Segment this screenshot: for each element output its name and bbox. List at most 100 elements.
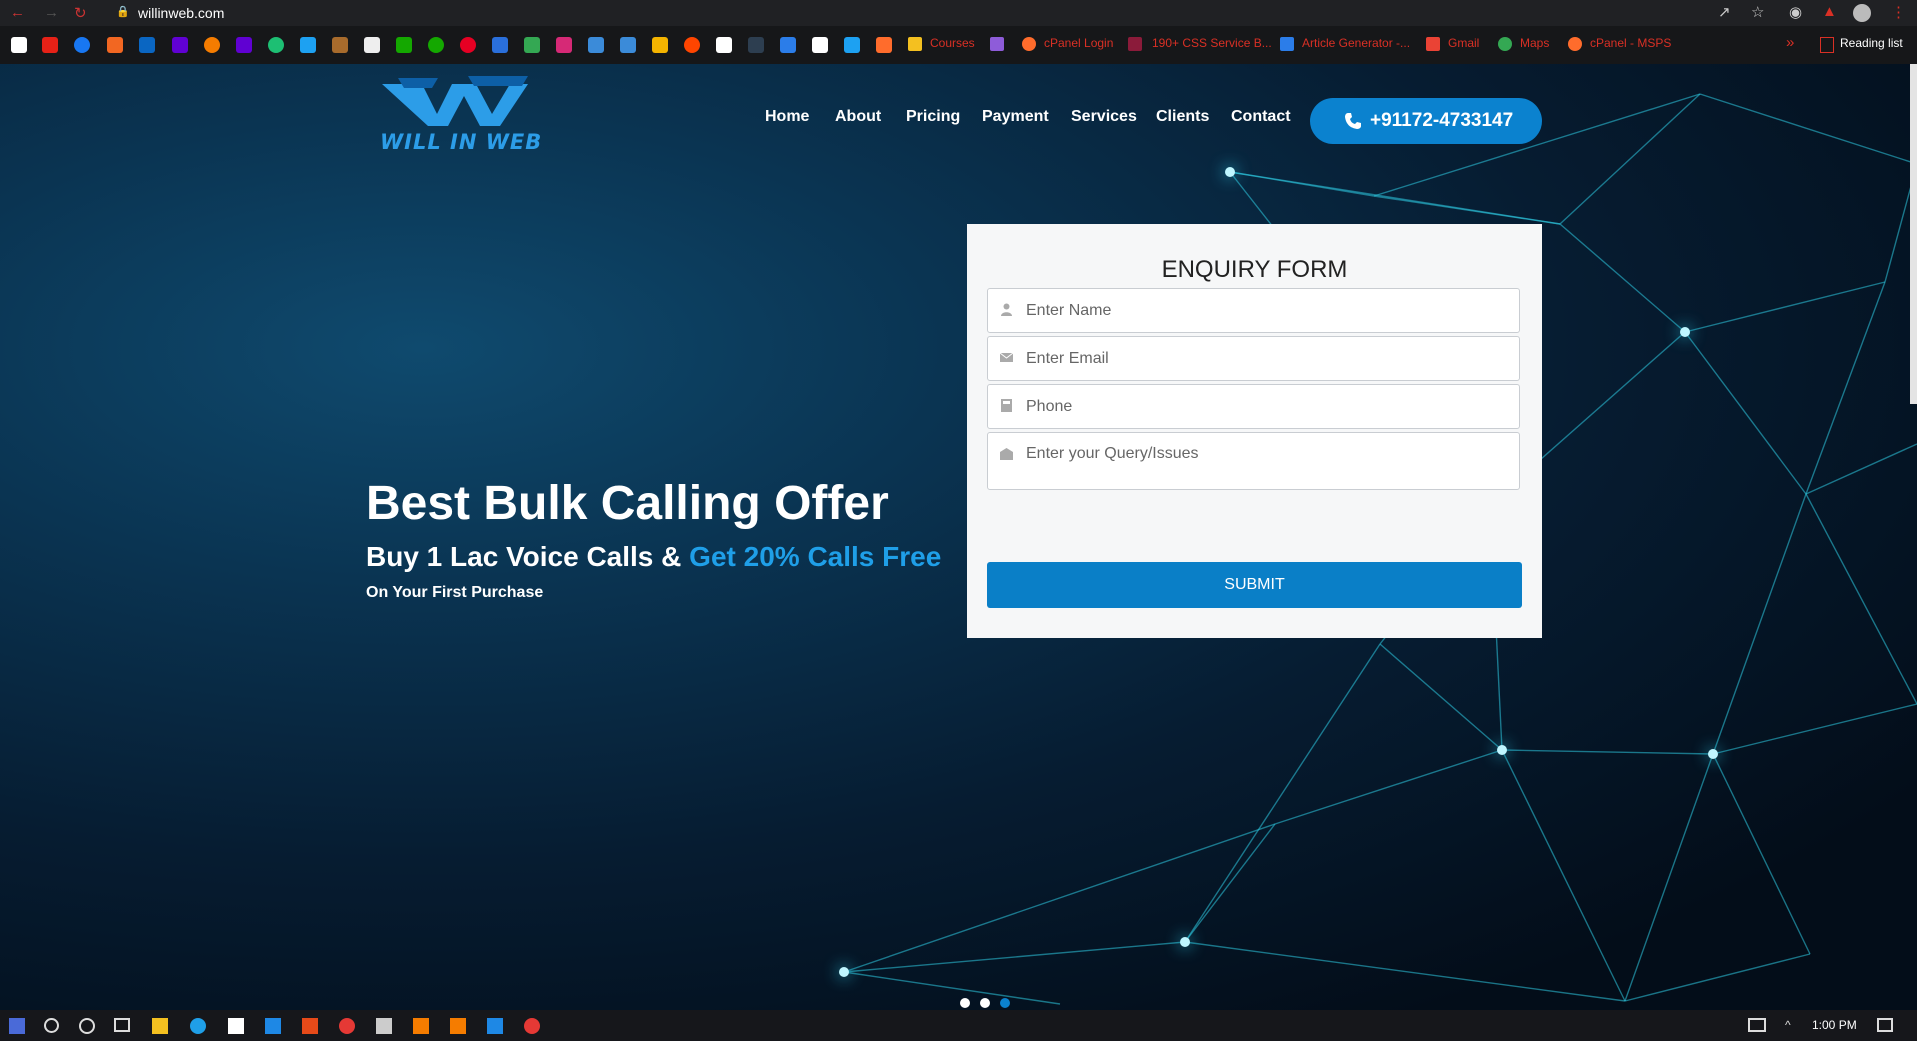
sublime-icon[interactable] [450,1018,466,1034]
nav-services[interactable]: Services [1071,108,1137,126]
lock-icon[interactable]: 🔒 [116,5,130,18]
enquiry-form: ENQUIRY FORM SUBMIT [967,224,1542,638]
bookmark-cpanel-login[interactable]: cPanel Login [1044,36,1113,50]
offer-sub-text: Buy 1 Lac Voice Calls & [366,541,682,572]
reload-icon[interactable]: ↻ [74,4,87,22]
yahoo-bookmark-icon[interactable] [172,37,188,53]
slider-dot-2[interactable] [980,998,990,1008]
camera-icon[interactable]: ◉ [1789,3,1802,21]
slider-dot-3-active[interactable] [1000,998,1010,1008]
chrome-icon[interactable] [524,1018,540,1034]
blog-bookmark-icon[interactable] [204,37,220,53]
network-line [843,941,1186,973]
cortana-icon[interactable] [79,1018,95,1034]
menu-kebab-icon[interactable]: ⋮ [1891,3,1906,21]
email-input[interactable] [1026,337,1506,380]
more-bookmarks-chevron-icon[interactable]: » [1786,34,1794,51]
site-bookmark-icon-6[interactable] [652,37,668,53]
site-bookmark-icon-2[interactable] [332,37,348,53]
office-icon[interactable] [302,1018,318,1034]
back-arrow-icon[interactable]: ← [10,4,25,21]
nav-pricing[interactable]: Pricing [906,108,960,126]
nav-clients[interactable]: Clients [1156,108,1209,126]
store-icon[interactable] [228,1018,244,1034]
app-icon[interactable] [339,1018,355,1034]
linkedin-bookmark-icon[interactable] [139,37,155,53]
submit-button[interactable]: SUBMIT [987,562,1522,608]
site-bookmark-icon-7[interactable] [716,37,732,53]
network-line [1379,643,1503,751]
bookmark-maps[interactable]: Maps [1520,36,1549,50]
will-in-web-logo-icon[interactable] [380,74,530,134]
w-bookmark-icon[interactable] [396,37,412,53]
share-icon[interactable]: ↗ [1718,3,1731,21]
edge-icon[interactable] [190,1018,206,1034]
bookmark-courses[interactable]: Courses [930,36,975,50]
nav-home[interactable]: Home [765,108,809,126]
phone-input[interactable] [1026,385,1506,428]
pen-tool-icon[interactable] [376,1018,392,1034]
site-bookmark-icon-8[interactable] [748,37,764,53]
keyboard-icon[interactable] [1748,1018,1766,1032]
site-bookmark-icon-3[interactable] [492,37,508,53]
site-bookmark-icon-5[interactable] [620,37,636,53]
twitter-bookmark-icon[interactable] [844,37,860,53]
email-field[interactable] [987,336,1520,381]
fiverr-bookmark-icon[interactable] [268,37,284,53]
xampp-icon[interactable] [413,1018,429,1034]
logo-wordmark[interactable]: WILL IN WEB [380,130,542,154]
site-bookmark-icon[interactable] [300,37,316,53]
windows-taskbar: ^ 1:00 PM [0,1010,1917,1041]
phone-field[interactable] [987,384,1520,429]
mail-icon[interactable] [265,1018,281,1034]
pinterest-bookmark-icon[interactable] [460,37,476,53]
reddit-bookmark-icon[interactable] [684,37,700,53]
site-bookmark-icon-11[interactable] [990,37,1004,51]
file-explorer-icon[interactable] [152,1018,168,1034]
search-icon[interactable] [44,1018,59,1033]
youtube-bookmark-icon[interactable] [42,37,58,53]
site-bookmark-icon-9[interactable] [780,37,796,53]
blogger-bookmark-icon[interactable] [107,37,123,53]
bookmark-cpanel-msps[interactable]: cPanel - MSPS [1590,36,1671,50]
forward-arrow-icon[interactable]: → [44,4,59,21]
site-bookmark-icon-4[interactable] [588,37,604,53]
query-field[interactable] [987,432,1520,490]
facebook-bookmark-icon[interactable] [74,37,90,53]
address-bar[interactable]: willinweb.com [138,5,224,21]
hero-section: WILL IN WEB Home About Pricing Payment S… [0,64,1917,1010]
network-line [1184,643,1381,943]
profile-avatar[interactable] [1853,4,1871,22]
instagram-bookmark-icon[interactable] [556,37,572,53]
extensions-icon[interactable]: ▲ [1822,3,1837,20]
clock[interactable]: 1:00 PM [1812,1018,1857,1032]
nav-about[interactable]: About [835,108,881,126]
site-bookmark-icon-10[interactable] [812,37,828,53]
name-input[interactable] [1026,289,1506,332]
reading-list-button[interactable]: Reading list [1840,36,1903,50]
upwork-bookmark-icon[interactable] [428,37,444,53]
docs-bookmark-icon[interactable] [364,37,380,53]
task-view-icon[interactable] [114,1018,130,1032]
yahoo-bookmark-icon-2[interactable] [236,37,252,53]
nav-contact[interactable]: Contact [1231,108,1291,126]
bookmark-css-service[interactable]: 190+ CSS Service B... [1152,36,1272,50]
bookmark-gmail[interactable]: Gmail [1448,36,1479,50]
meet-bookmark-icon[interactable] [524,37,540,53]
name-field[interactable] [987,288,1520,333]
gmail-bookmark-icon[interactable] [11,37,27,53]
scrollbar[interactable] [1910,64,1917,404]
vscode-icon[interactable] [487,1018,503,1034]
query-textarea[interactable] [1026,445,1506,485]
bookmark-star-icon[interactable]: ☆ [1751,3,1764,21]
nav-payment[interactable]: Payment [982,108,1049,126]
cpanel-bookmark-icon[interactable] [876,37,892,53]
network-line [1373,195,1561,225]
notifications-icon[interactable] [1877,1018,1893,1032]
phone-call-button[interactable]: +91172-4733147 [1310,98,1542,144]
tray-chevron-icon[interactable]: ^ [1785,1018,1801,1034]
bookmark-article-generator[interactable]: Article Generator -... [1302,36,1410,50]
network-line [1559,93,1701,225]
slider-dot-1[interactable] [960,998,970,1008]
start-icon[interactable] [9,1018,25,1034]
